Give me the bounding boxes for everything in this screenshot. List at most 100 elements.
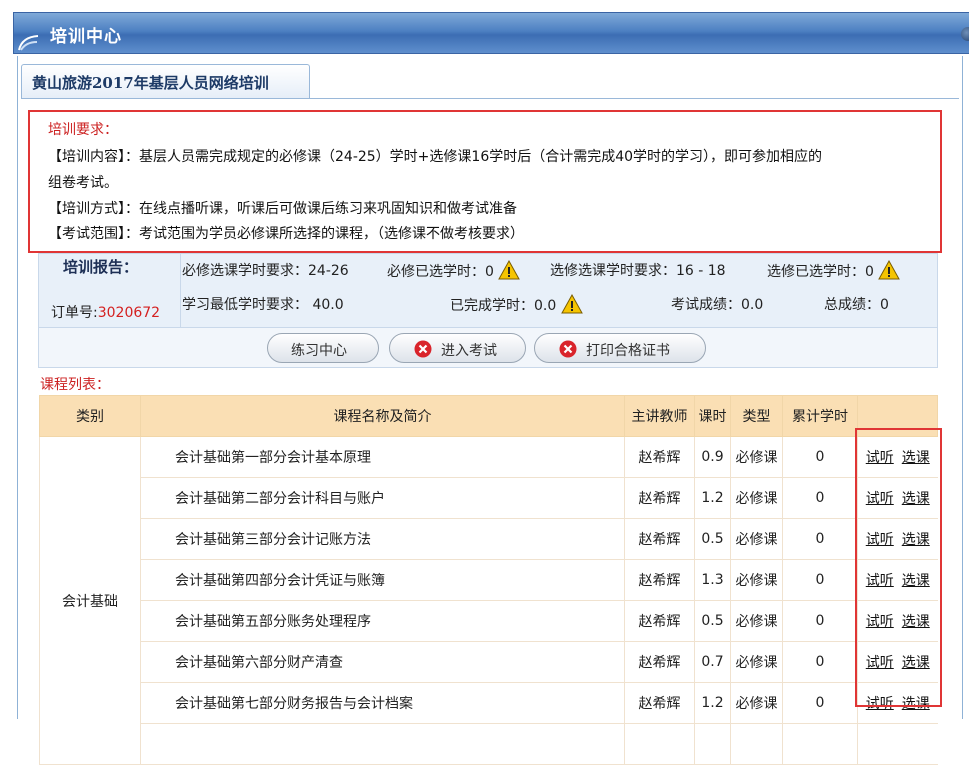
requirement-content-cont: 组卷考试。 — [48, 175, 118, 191]
report-title: 培训报告： — [63, 258, 139, 276]
trial-listen-link[interactable]: 试听 — [866, 491, 894, 507]
completed-hours-text: 已完成学时：0.0 — [450, 298, 557, 314]
window-titlebar: 培训中心 — [13, 12, 969, 54]
course-name: 会计基础第三部分会计记账方法 — [140, 518, 625, 560]
header-course-name: 课程名称及简介 — [140, 395, 625, 437]
course-actions: 试听 选课 — [857, 436, 938, 478]
course-accumulated-cutoff — [782, 723, 858, 765]
order-label: 订单号: — [51, 305, 98, 321]
required-selected: 必修已选学时：0 — [387, 260, 521, 281]
warning-icon — [498, 260, 521, 280]
tab-divider — [21, 98, 959, 99]
table-row: 会计基础第五部分账务处理程序 赵希辉 0.5 必修课 0 试听 选课 — [40, 600, 938, 642]
course-type: 必修课 — [730, 600, 783, 642]
course-name: 会计基础第五部分账务处理程序 — [140, 600, 625, 642]
course-actions: 试听 选课 — [857, 477, 938, 519]
course-accumulated: 0 — [782, 518, 858, 560]
table-row: 会计基础第六部分财产清查 赵希辉 0.7 必修课 0 试听 选课 — [40, 641, 938, 683]
course-teacher: 赵希辉 — [624, 600, 695, 642]
course-actions: 试听 选课 — [857, 559, 938, 601]
course-type: 必修课 — [730, 559, 783, 601]
course-hours: 0.5 — [694, 518, 731, 560]
minimum-hours-requirement: 学习最低学时要求： 40.0 — [182, 297, 344, 313]
course-actions: 试听 选课 — [857, 518, 938, 560]
course-accumulated: 0 — [782, 641, 858, 683]
course-hours: 1.3 — [694, 559, 731, 601]
select-course-link[interactable]: 选课 — [902, 655, 930, 671]
course-hours: 1.2 — [694, 682, 731, 724]
print-certificate-label: 打印合格证书 — [586, 343, 670, 359]
course-actions-cutoff — [857, 723, 938, 765]
trial-listen-link[interactable]: 试听 — [866, 450, 894, 466]
requirement-scope: 【考试范围】：考试范围为学员必修课所选择的课程，（选修课不做考核要求） — [48, 226, 524, 242]
order-value: 3020672 — [97, 305, 161, 321]
course-accumulated: 0 — [782, 682, 858, 724]
course-teacher: 赵希辉 — [624, 641, 695, 683]
select-course-link[interactable]: 选课 — [902, 532, 930, 548]
header-accumulated: 累计学时 — [782, 395, 858, 437]
course-name: 会计基础第四部分会计凭证与账簿 — [140, 559, 625, 601]
course-hours: 0.7 — [694, 641, 731, 683]
action-bar: 练习中心 进入考试 打印合格证书 — [38, 328, 938, 368]
elective-hours-requirement: 选修选课学时要求：16 - 18 — [550, 263, 726, 279]
trial-listen-link[interactable]: 试听 — [866, 532, 894, 548]
trial-listen-link[interactable]: 试听 — [866, 573, 894, 589]
course-teacher: 赵希辉 — [624, 518, 695, 560]
print-certificate-button[interactable]: 打印合格证书 — [534, 333, 706, 363]
header-type: 类型 — [730, 395, 783, 437]
course-name: 会计基础第七部分财务报告与会计档案 — [140, 682, 625, 724]
select-course-link[interactable]: 选课 — [902, 491, 930, 507]
course-accumulated: 0 — [782, 477, 858, 519]
close-circle-icon — [414, 340, 432, 358]
course-accumulated: 0 — [782, 559, 858, 601]
course-actions: 试听 选课 — [857, 682, 938, 724]
titlebar-knob-icon — [961, 27, 969, 41]
course-type: 必修课 — [730, 641, 783, 683]
table-row: 会计基础第二部分会计科目与账户 赵希辉 1.2 必修课 0 试听 选课 — [40, 477, 938, 519]
course-type: 必修课 — [730, 682, 783, 724]
course-name-cutoff — [140, 723, 625, 765]
enter-exam-button[interactable]: 进入考试 — [389, 333, 526, 363]
practice-center-label: 练习中心 — [291, 343, 347, 359]
select-course-link[interactable]: 选课 — [902, 614, 930, 630]
table-row-partial — [40, 723, 938, 765]
required-hours-requirement: 必修选课学时要求：24-26 — [182, 263, 349, 279]
course-teacher-cutoff — [624, 723, 695, 765]
tab-training-program[interactable]: 黄山旅游2017年基层人员网络培训 — [21, 64, 310, 98]
course-teacher: 赵希辉 — [624, 559, 695, 601]
course-teacher: 赵希辉 — [624, 436, 695, 478]
enter-exam-label: 进入考试 — [441, 343, 497, 359]
select-course-link[interactable]: 选课 — [902, 450, 930, 466]
table-row: 会计基础第七部分财务报告与会计档案 赵希辉 1.2 必修课 0 试听 选课 — [40, 682, 938, 724]
course-actions: 试听 选课 — [857, 641, 938, 683]
course-hours-cutoff — [694, 723, 731, 765]
course-name: 会计基础第一部分会计基本原理 — [140, 436, 625, 478]
select-course-link[interactable]: 选课 — [902, 573, 930, 589]
warning-icon — [878, 260, 901, 280]
required-selected-text: 必修已选学时：0 — [387, 264, 494, 280]
course-type: 必修课 — [730, 436, 783, 478]
trial-listen-link[interactable]: 试听 — [866, 614, 894, 630]
table-row: 会计基础 会计基础第一部分会计基本原理 赵希辉 0.9 必修课 0 试听 选课 — [39, 436, 938, 765]
select-course-link[interactable]: 选课 — [902, 696, 930, 712]
completed-hours: 已完成学时：0.0 — [450, 294, 583, 315]
header-actions — [857, 395, 938, 437]
course-accumulated: 0 — [782, 600, 858, 642]
course-name: 会计基础第六部分财产清查 — [140, 641, 625, 683]
window-title: 培训中心 — [50, 27, 122, 47]
practice-center-button[interactable]: 练习中心 — [267, 333, 379, 363]
elective-selected: 选修已选学时：0 — [767, 260, 901, 281]
trial-listen-link[interactable]: 试听 — [866, 696, 894, 712]
requirements-title: 培训要求： — [48, 122, 118, 138]
table-row: 会计基础第三部分会计记账方法 赵希辉 0.5 必修课 0 试听 选课 — [40, 518, 938, 560]
table-row: 会计基础第四部分会计凭证与账簿 赵希辉 1.3 必修课 0 试听 选课 — [40, 559, 938, 601]
close-circle-icon — [559, 340, 577, 358]
course-type-cutoff — [730, 723, 783, 765]
logo-icon — [18, 35, 39, 51]
table-header-row: 类别 课程名称及简介 主讲教师 课时 类型 累计学时 — [39, 395, 938, 437]
trial-listen-link[interactable]: 试听 — [866, 655, 894, 671]
header-category: 类别 — [39, 395, 141, 437]
header-hours: 课时 — [694, 395, 731, 437]
course-table: 类别 课程名称及简介 主讲教师 课时 类型 累计学时 会计基础 会计基础第一部分… — [39, 395, 938, 765]
category-cell: 会计基础 — [39, 436, 141, 765]
